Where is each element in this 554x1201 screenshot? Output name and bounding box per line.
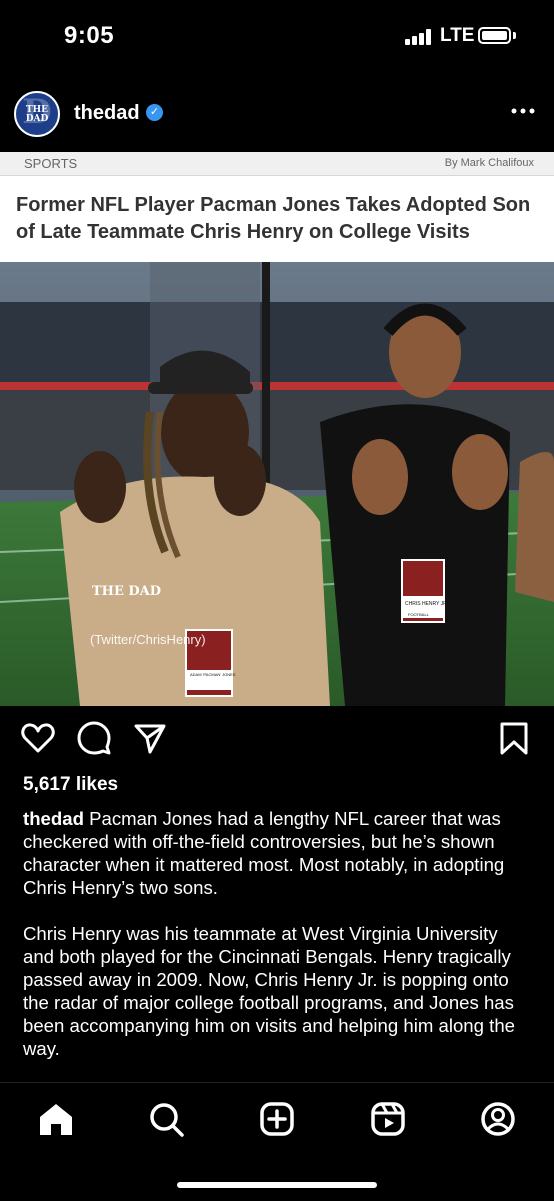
more-options-icon[interactable]	[508, 96, 538, 126]
caption-paragraph-1: thedad Pacman Jones had a lengthy NFL ca…	[23, 807, 528, 899]
post-header: D THE DAD thedad ✓	[0, 82, 554, 144]
article-card[interactable]: SPORTS By Mark Chalifoux Former NFL Play…	[0, 152, 554, 262]
network-type: LTE	[440, 25, 475, 46]
heart-icon[interactable]	[18, 718, 58, 758]
photo-watermark: THE DAD	[92, 584, 162, 599]
search-icon[interactable]	[146, 1099, 186, 1139]
badge-left-name: ADAM 'PACMAN' JONES	[190, 672, 236, 677]
caption-username[interactable]: thedad	[23, 808, 84, 829]
article-category: SPORTS	[24, 156, 78, 171]
badge-footer-text: FOOTBALL	[408, 612, 429, 617]
post-actions	[0, 718, 554, 762]
reels-icon[interactable]	[368, 1099, 408, 1139]
photo-credit: (Twitter/ChrisHenry)	[90, 632, 206, 647]
article-meta-bar: SPORTS By Mark Chalifoux	[0, 152, 554, 176]
post-caption: thedad Pacman Jones had a lengthy NFL ca…	[23, 807, 528, 1083]
comment-icon[interactable]	[74, 718, 114, 758]
create-icon[interactable]	[257, 1099, 297, 1139]
caption-paragraph-2: Chris Henry was his teammate at West Vir…	[23, 923, 516, 1059]
article-headline: Former NFL Player Pacman Jones Takes Ado…	[16, 194, 531, 243]
post-photo[interactable]: THE DAD (Twitter/ChrisHenry) ADAM 'PACMA…	[0, 262, 554, 706]
bookmark-icon[interactable]	[494, 718, 534, 758]
post-photo-illustration	[0, 262, 554, 706]
battery-icon	[478, 27, 511, 44]
home-icon[interactable]	[36, 1099, 76, 1139]
post-username[interactable]: thedad	[74, 102, 140, 125]
signal-strength-icon	[405, 29, 435, 45]
avatar-logo-text: THE DAD	[25, 105, 49, 124]
status-time: 9:05	[64, 22, 115, 49]
avatar[interactable]: D THE DAD	[14, 91, 60, 137]
verified-badge-icon: ✓	[146, 104, 163, 121]
caption-text-1: Pacman Jones had a lengthy NFL career th…	[23, 808, 505, 898]
article-byline: By Mark Chalifoux	[444, 157, 534, 169]
like-count[interactable]: 5,617 likes	[23, 774, 118, 796]
profile-icon[interactable]	[478, 1099, 518, 1139]
send-icon[interactable]	[130, 718, 170, 758]
status-bar: 9:05 LTE	[0, 0, 554, 70]
battery-tip	[513, 32, 516, 39]
badge-right-name: CHRIS HENRY JR	[405, 601, 447, 607]
home-indicator[interactable]	[177, 1182, 377, 1188]
